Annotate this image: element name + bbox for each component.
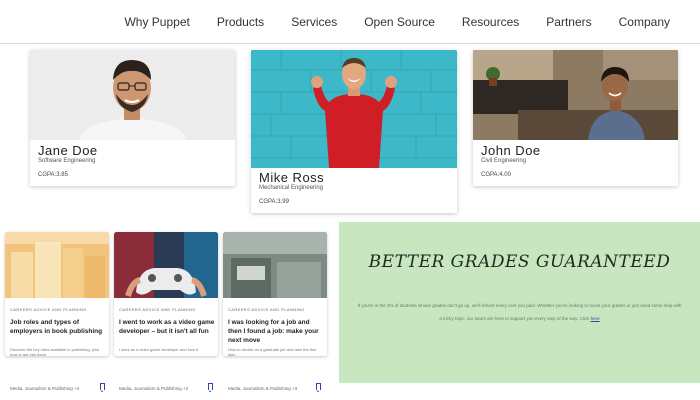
profile-card[interactable]: John Doe Civil Engineering CGPA:4.00	[473, 50, 678, 186]
nav-services[interactable]: Services	[291, 15, 337, 29]
nav-why-puppet[interactable]: Why Puppet	[124, 15, 189, 29]
profile-card[interactable]: Jane Doe Software Engineering CGPA:3.85	[30, 50, 235, 186]
profile-field: Civil Engineering	[481, 158, 527, 164]
promo-link[interactable]: here	[591, 316, 600, 321]
article-meta: Media, Journalism & Publishing +3	[10, 386, 80, 391]
article-meta: Media, Journalism & Publishing +2	[119, 386, 189, 391]
profile-cgpa: CGPA:3.99	[259, 199, 289, 205]
profile-name: Jane Doe	[38, 143, 98, 158]
top-navigation: Why Puppet Products Services Open Source…	[0, 0, 700, 44]
profile-field: Mechanical Engineering	[259, 185, 324, 191]
nav-links: Why Puppet Products Services Open Source…	[124, 0, 670, 44]
bookmark-icon[interactable]	[316, 383, 321, 392]
article-thumbnail	[223, 232, 327, 298]
article-card[interactable]: CAREERS ADVICE AND PLANNING I went to wo…	[114, 232, 218, 356]
profile-card[interactable]: Mike Ross Mechanical Engineering CGPA:3.…	[251, 50, 457, 213]
article-excerpt: I work as a video game developer and lov…	[119, 347, 199, 352]
article-meta: Media, Journalism & Publishing +3	[228, 386, 298, 391]
article-title[interactable]: Job roles and types of employers in book…	[10, 318, 106, 336]
bookmark-icon[interactable]	[100, 383, 105, 392]
article-category: CAREERS ADVICE AND PLANNING	[228, 307, 305, 312]
bookmark-icon[interactable]	[208, 383, 213, 392]
nav-resources[interactable]: Resources	[462, 15, 519, 29]
article-excerpt: How to decide on a graduate job and take…	[228, 347, 317, 356]
promo-headline: BETTER GRADES GUARANTEED	[368, 252, 671, 272]
profile-name: John Doe	[481, 143, 541, 158]
profile-field: Software Engineering	[38, 158, 96, 164]
article-card[interactable]: CAREERS ADVICE AND PLANNING I was lookin…	[223, 232, 327, 356]
profile-name: Mike Ross	[259, 170, 325, 185]
article-title[interactable]: I went to work as a video game developer…	[119, 318, 215, 336]
profile-photo	[473, 50, 678, 140]
promo-body-text: If you're in the 2% of students whose gr…	[357, 303, 682, 321]
profile-photo	[30, 50, 235, 140]
promo-banner: BETTER GRADES GUARANTEED If you're in th…	[339, 222, 700, 383]
nav-products[interactable]: Products	[217, 15, 264, 29]
article-title[interactable]: I was looking for a job and then I found…	[228, 318, 324, 345]
profile-cgpa: CGPA:4.00	[481, 172, 511, 178]
article-thumbnail	[5, 232, 109, 298]
profile-cgpa: CGPA:3.85	[38, 172, 68, 178]
article-thumbnail	[114, 232, 218, 298]
nav-partners[interactable]: Partners	[546, 15, 591, 29]
article-category: CAREERS ADVICE AND PLANNING	[119, 307, 196, 312]
profile-photo	[251, 50, 457, 168]
article-category: CAREERS ADVICE AND PLANNING	[10, 307, 87, 312]
nav-open-source[interactable]: Open Source	[364, 15, 435, 29]
article-excerpt: Discover the key roles available in publ…	[10, 347, 100, 356]
nav-company[interactable]: Company	[619, 15, 670, 29]
article-card[interactable]: CAREERS ADVICE AND PLANNING Job roles an…	[5, 232, 109, 356]
promo-body: If you're in the 2% of students whose gr…	[357, 299, 682, 325]
